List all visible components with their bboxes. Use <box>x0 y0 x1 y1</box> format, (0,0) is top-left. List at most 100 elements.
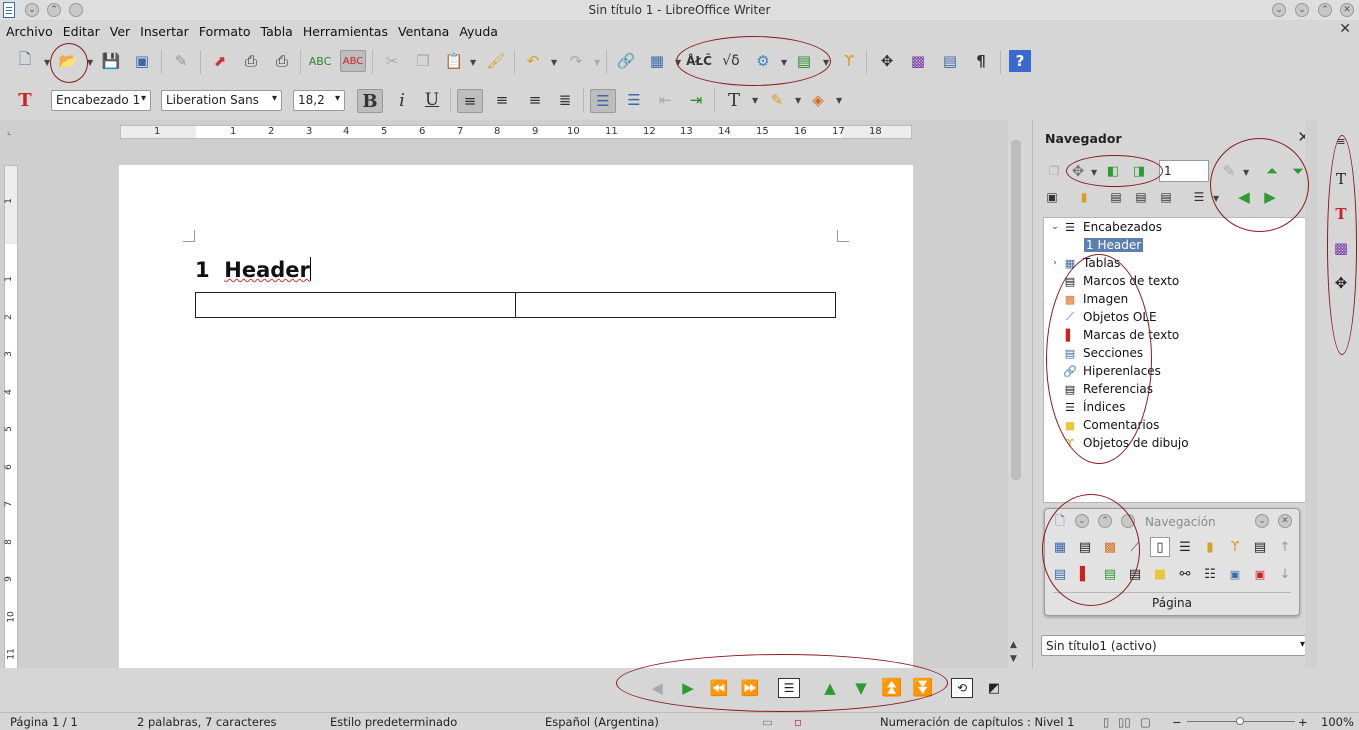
font-name-select[interactable]: Liberation Sans ▾ <box>161 90 282 111</box>
data-sources-icon[interactable]: ▤ <box>939 50 961 72</box>
navigator-tab-icon[interactable]: ✥ <box>1330 272 1352 294</box>
nav-image-icon[interactable]: ▩ <box>1100 537 1120 557</box>
nav-selection-icon[interactable]: ▤ <box>1100 564 1120 584</box>
next-icon[interactable]: ◨ <box>1128 160 1150 182</box>
undo-dropdown-icon[interactable]: ▼ <box>551 58 557 67</box>
clone-formatting-icon[interactable]: 🖌 <box>485 50 507 72</box>
open-dropdown-icon[interactable]: ▼ <box>87 58 93 67</box>
highlighting-icon[interactable]: ✎ <box>766 89 788 111</box>
promote-level-icon[interactable]: ◀ <box>1233 186 1255 208</box>
fast-forward-icon[interactable]: ⏩ <box>739 678 761 698</box>
tab-stop-type-icon[interactable]: ⌞ <box>7 127 11 137</box>
previous-page-icon[interactable]: ⏫ <box>881 678 903 698</box>
menu-tabla[interactable]: Tabla <box>261 24 293 39</box>
insert-footnote-icon[interactable]: ▤ <box>793 50 815 72</box>
next-element-icon[interactable]: ▼ <box>850 678 872 698</box>
nav-search-icon[interactable]: ⚯ <box>1175 564 1195 584</box>
highlighting-dropdown-icon[interactable]: ▼ <box>795 96 801 105</box>
new-document-icon[interactable]: 🗋 <box>14 50 36 72</box>
menu-ayuda[interactable]: Ayuda <box>459 24 498 39</box>
open-file-icon[interactable]: 📂 <box>57 50 79 72</box>
tree-item-bookmarks[interactable]: ▌ Marcas de texto <box>1062 326 1179 344</box>
tree-item-text-frames[interactable]: ▤ Marcos de texto <box>1062 272 1179 290</box>
tree-item-drawing-objects[interactable]: ϒ Objetos de dibujo <box>1062 434 1188 452</box>
header-icon[interactable]: ▤ <box>1105 186 1127 208</box>
page-style[interactable]: Estilo predeterminado <box>330 715 457 729</box>
menu-editar[interactable]: Editar <box>63 24 100 39</box>
properties-tab-icon[interactable]: T <box>1330 168 1352 190</box>
promote-chapter-icon[interactable]: ⏶ <box>1261 160 1283 182</box>
tree-item-header[interactable]: 1 Header <box>1084 236 1144 254</box>
document-page[interactable] <box>119 165 913 668</box>
chevron-right-icon[interactable]: › <box>1048 258 1062 268</box>
nav-table-icon[interactable]: ▦ <box>1050 537 1070 557</box>
background-dropdown-icon[interactable]: ▼ <box>836 96 842 105</box>
tree-item-hyperlinks[interactable]: 🔗 Hiperenlaces <box>1062 362 1161 380</box>
table-cell[interactable] <box>196 293 516 317</box>
font-size-select[interactable]: 18,2 ▾ <box>293 90 345 111</box>
redo-icon[interactable]: ↷ <box>565 50 587 72</box>
bullets-icon[interactable]: ☰ <box>623 89 645 111</box>
nav-bookmark-icon[interactable]: ▌ <box>1075 564 1095 584</box>
maximize-window-icon[interactable]: ⌃ <box>1318 3 1332 17</box>
gallery-tab-icon[interactable]: ▩ <box>1330 237 1352 259</box>
document-table[interactable] <box>195 292 836 318</box>
minimize-window-icon[interactable]: ⌄ <box>1295 3 1309 17</box>
close-toolbar-icon[interactable]: ✕ <box>1278 514 1292 528</box>
insert-field-icon[interactable]: ⚙ <box>752 50 774 72</box>
paragraph-style-select[interactable]: Encabezado 1 ▾ <box>51 90 151 111</box>
gallery-icon[interactable]: ▩ <box>907 50 929 72</box>
tree-item-comments[interactable]: ■ Comentarios <box>1062 416 1160 434</box>
navigator-tree[interactable]: ⌄ ☰ Encabezados 1 Header › ▦ Tablas ▤ Ma… <box>1043 217 1311 503</box>
font-color-dropdown-icon[interactable]: ▼ <box>752 96 758 105</box>
nav-ole-icon[interactable]: ⟋ <box>1125 537 1145 557</box>
anchor-text-icon[interactable]: ▤ <box>1155 186 1177 208</box>
tree-item-images[interactable]: ▩ Imagen <box>1062 290 1128 308</box>
nav-formula-error-icon[interactable]: ▣ <box>1250 564 1270 584</box>
zoom-in-icon[interactable]: + <box>1298 715 1308 729</box>
align-right-icon[interactable]: ≡ <box>524 89 546 111</box>
menu-insertar[interactable]: Insertar <box>140 24 189 39</box>
auto-spellcheck-icon[interactable]: ABC <box>340 50 366 72</box>
export-pdf-icon[interactable]: ⬈ <box>209 50 231 72</box>
print-preview-icon[interactable]: ⎙ <box>271 50 293 72</box>
undo-icon[interactable]: ↶ <box>522 50 544 72</box>
footnote-dropdown-icon[interactable]: ▼ <box>823 58 829 67</box>
close-window-icon[interactable]: ✕ <box>1340 3 1354 17</box>
formula-icon[interactable]: √δ <box>720 50 742 72</box>
page-navigation-icon[interactable]: ⟲ <box>951 678 973 698</box>
redo-dropdown-icon[interactable]: ▼ <box>594 58 600 67</box>
demote-level-icon[interactable]: ▶ <box>1259 186 1281 208</box>
set-reminder-icon[interactable]: ▮ <box>1073 186 1095 208</box>
tree-item-indexes[interactable]: ☰ Índices <box>1062 398 1125 416</box>
nav-section-icon[interactable]: ▤ <box>1050 564 1070 584</box>
single-page-view-icon[interactable]: ▯ <box>1103 715 1109 729</box>
background-color-icon[interactable]: ◈ <box>807 89 829 111</box>
page-number-spin[interactable]: 1 <box>1159 160 1209 182</box>
nav-next-icon[interactable]: ↓ <box>1275 564 1295 584</box>
navigation-dropdown-icon[interactable]: ▼ <box>1091 168 1097 177</box>
nav-previous-icon[interactable]: ↑ <box>1275 537 1295 557</box>
language[interactable]: Español (Argentina) <box>545 715 659 729</box>
nav-comment-icon[interactable]: ■ <box>1150 564 1170 584</box>
help-icon[interactable]: ? <box>1009 50 1031 72</box>
save-icon[interactable]: 💾 <box>100 50 122 72</box>
selection-mode-icon[interactable]: ▭ <box>762 715 773 729</box>
menu-formato[interactable]: Formato <box>199 24 251 39</box>
navigator-scrollbar[interactable] <box>1305 120 1318 668</box>
align-left-icon[interactable]: ≡ <box>457 89 483 113</box>
italic-icon[interactable]: i <box>391 89 413 111</box>
tree-item-sections[interactable]: ▤ Secciones <box>1062 344 1143 362</box>
scrollbar-thumb[interactable] <box>1011 140 1021 480</box>
chevron-down-icon[interactable]: ⌄ <box>1048 222 1062 232</box>
sidebar-menu-icon[interactable]: ≡ <box>1330 130 1352 152</box>
tree-item-headings[interactable]: ⌄ ☰ Encabezados <box>1048 218 1162 236</box>
copy-icon[interactable]: ❐ <box>412 50 434 72</box>
multi-page-view-icon[interactable]: ▯▯ <box>1118 715 1131 729</box>
styles-and-formatting-icon[interactable]: T <box>14 89 36 111</box>
decrease-indent-icon[interactable]: ⇤ <box>654 89 676 111</box>
navigation-icon[interactable]: ✥ <box>1067 160 1089 182</box>
vertical-ruler[interactable]: 1 1 2 3 4 5 6 7 8 9 10 11 <box>4 165 18 669</box>
tree-item-ole-objects[interactable]: ⟋ Objetos OLE <box>1062 308 1156 326</box>
nav-table-formula-icon[interactable]: ▣ <box>1225 564 1245 584</box>
